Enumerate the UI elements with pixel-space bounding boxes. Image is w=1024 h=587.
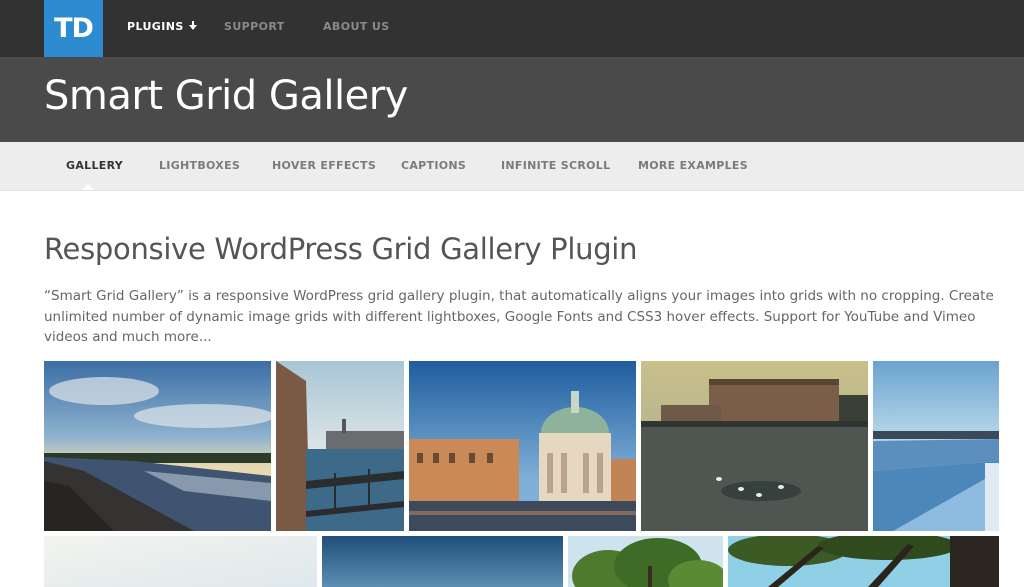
tree-branches-photo [728, 536, 999, 587]
gallery-image-palace-waterfront[interactable] [641, 361, 868, 531]
sub-nav-tab-gallery[interactable]: GALLERY [66, 142, 123, 190]
active-tab-pointer [82, 184, 94, 190]
venice-church-photo [409, 361, 636, 531]
gallery-image-snowy-riverbank[interactable] [873, 361, 999, 531]
sub-nav-tab-infinite-scroll[interactable]: INFINITE SCROLL [501, 142, 610, 190]
sub-nav-tab-captions[interactable]: CAPTIONS [401, 142, 466, 190]
palace-waterfront-photo [641, 361, 868, 531]
top-nav-item-about-us[interactable]: ABOUT US [323, 0, 390, 57]
arrow-down-icon [188, 20, 198, 31]
gallery-image-tree-branches[interactable] [728, 536, 999, 587]
sub-nav-tab-hover-effects[interactable]: HOVER EFFECTS [272, 142, 376, 190]
top-bar: TD PLUGINS SUPPORT ABOUT US [0, 0, 1024, 57]
top-nav-item-plugins[interactable]: PLUGINS [127, 0, 198, 57]
river-sunset-photo [44, 361, 271, 531]
sub-nav-tab-more-examples[interactable]: MORE EXAMPLES [638, 142, 748, 190]
sub-nav: GALLERY LIGHTBOXES HOVER EFFECTS CAPTION… [0, 142, 1024, 191]
page-heading: Responsive WordPress Grid Gallery Plugin [44, 232, 638, 266]
gallery-image-hazy-sky[interactable] [44, 536, 317, 587]
snowy-riverbank-photo [873, 361, 999, 531]
gallery-image-venice-church[interactable] [409, 361, 636, 531]
canal-railing-photo [276, 361, 404, 531]
blue-sky-photo [322, 536, 563, 587]
sub-nav-tab-lightboxes[interactable]: LIGHTBOXES [159, 142, 240, 190]
tree-top-photo [568, 536, 723, 587]
top-nav-item-support[interactable]: SUPPORT [224, 0, 285, 57]
hazy-sky-photo [44, 536, 317, 587]
top-nav-label: PLUGINS [127, 20, 184, 33]
site-title[interactable]: Smart Grid Gallery [44, 73, 408, 119]
title-band: Smart Grid Gallery [0, 57, 1024, 142]
gallery-image-tree-top[interactable] [568, 536, 723, 587]
gallery-image-canal-railing[interactable] [276, 361, 404, 531]
gallery-image-blue-sky[interactable] [322, 536, 563, 587]
site-logo[interactable]: TD [44, 0, 103, 57]
gallery-image-river-sunset[interactable] [44, 361, 271, 531]
intro-paragraph: “Smart Grid Gallery” is a responsive Wor… [44, 288, 994, 345]
